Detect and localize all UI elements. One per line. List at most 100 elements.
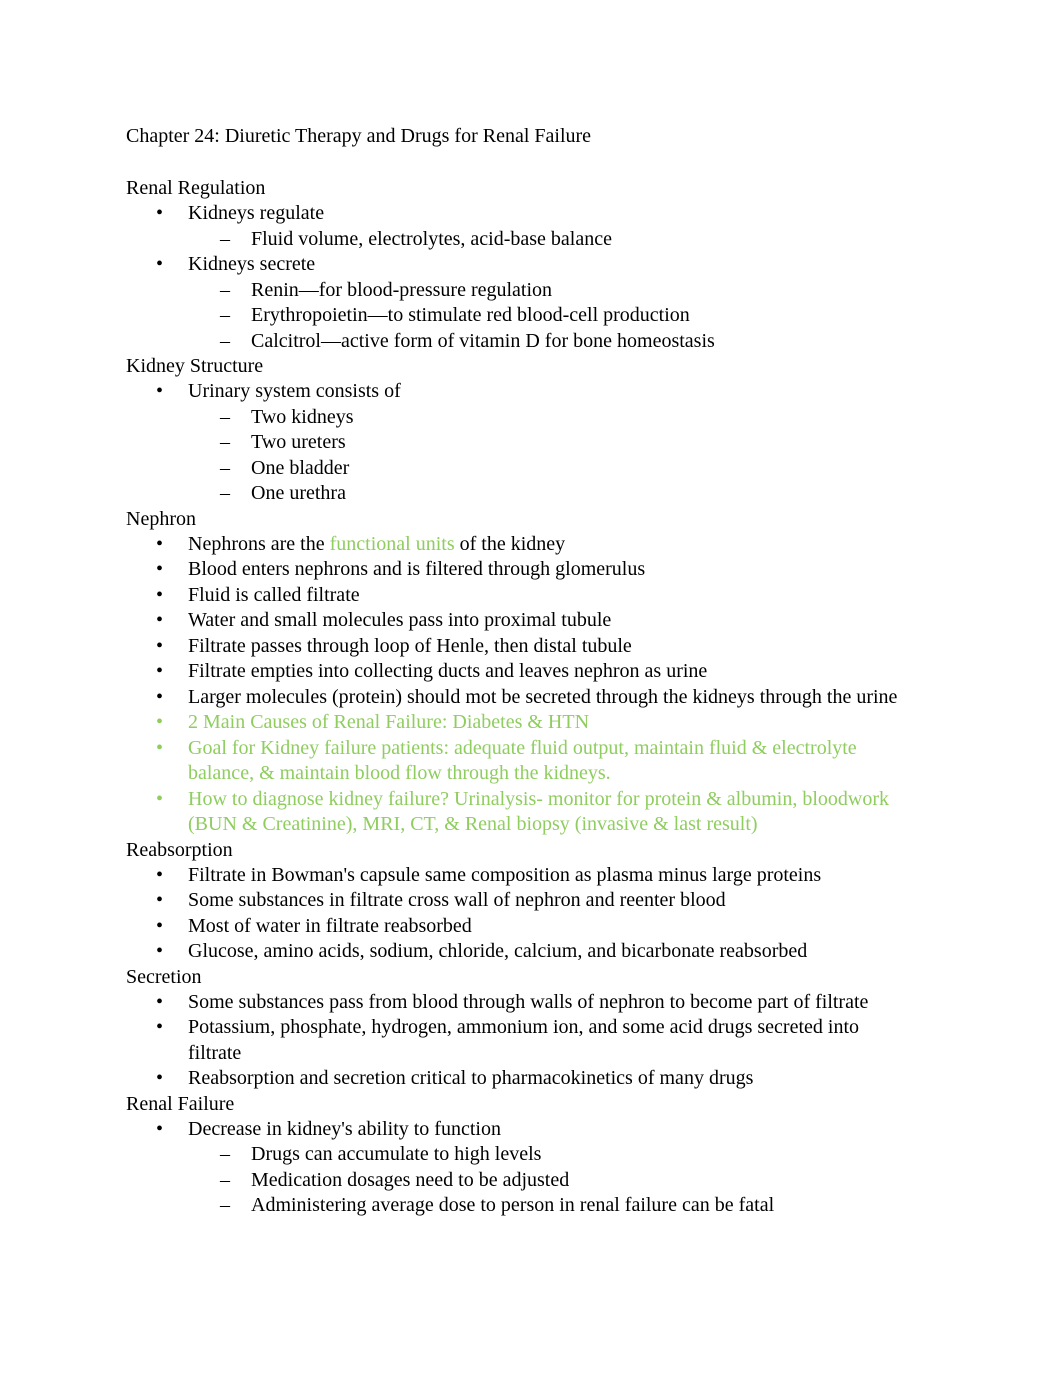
bullet-icon: • — [156, 532, 164, 555]
list-item: • Glucose, amino acids, sodium, chloride,… — [126, 939, 926, 965]
sub-list-item: – Calcitrol—active form of vitamin D for … — [126, 329, 926, 355]
item-text: Goal for Kidney failure patients: adequa… — [188, 736, 857, 785]
item-text: Medication dosages need to be adjusted — [251, 1168, 570, 1191]
dash-icon: – — [220, 431, 230, 453]
dash-icon: – — [220, 1194, 230, 1216]
item-text: Calcitrol—active form of vitamin D for b… — [251, 329, 715, 352]
item-text: of the kidney — [454, 532, 566, 555]
list-item: • Decrease in kidney's ability to functio… — [126, 1117, 926, 1143]
list-item: • Filtrate in Bowman's capsule same compo… — [126, 863, 926, 889]
item-text: Erythropoietin—to stimulate red blood-ce… — [251, 304, 690, 326]
dash-icon: – — [220, 278, 230, 301]
item-text: Kidneys secrete — [188, 253, 316, 275]
bullet-icon: • — [156, 685, 164, 708]
item-text: 2 Main Causes of Renal Failure: Diabetes… — [188, 711, 590, 733]
list-item: • Most of water in filtrate reabsorbed — [126, 914, 926, 940]
section-kidney-structure: Kidney Structure • Urinary system consists… — [126, 354, 926, 507]
sub-list-item: – One bladder — [126, 456, 926, 482]
section-heading: Kidney Structure — [126, 355, 264, 377]
section-nephron: Nephron • Nephrons are the functional unit… — [126, 507, 926, 838]
bullet-icon: • — [156, 558, 164, 580]
item-text: Renin—for blood-pressure regulation — [251, 278, 553, 301]
sub-list-item: – Fluid volume, electrolytes, acid-base b… — [126, 227, 926, 253]
sub-list-item: – Medication dosages need to be adjusted — [126, 1168, 926, 1194]
section-reabsorption: Reabsorption • Filtrate in Bowman's capsul… — [126, 838, 926, 965]
list-item: • Urinary system consists of — [126, 379, 926, 405]
sub-list-item: – Two ureters — [126, 430, 926, 456]
list-item: • Filtrate passes through loop of Henle, … — [126, 634, 926, 660]
list-item: • Goal for Kidney failure patients: adequ… — [126, 736, 926, 787]
section-heading: Secretion — [126, 965, 202, 988]
item-text: Kidneys regulate — [188, 202, 325, 224]
item-text: Filtrate empties into collecting ducts a… — [188, 660, 708, 682]
item-text: Glucose, amino acids, sodium, chloride, … — [188, 940, 808, 962]
bullet-icon: • — [156, 253, 164, 275]
bullet-list: • Some substances pass from blood through… — [126, 990, 926, 1092]
section-secretion: Secretion • Some substances pass from bloo… — [126, 965, 926, 1092]
bullet-icon: • — [156, 711, 164, 733]
item-text: Administering average dose to person in … — [251, 1194, 775, 1216]
sub-list-item: – One urethra — [126, 481, 926, 507]
item-text: Larger molecules (protein) should mot be… — [188, 685, 898, 708]
dash-icon: – — [220, 304, 230, 326]
dash-icon: – — [220, 1143, 230, 1165]
bullet-list: • Kidneys regulate – Fluid volume, electrol… — [126, 201, 926, 354]
item-text: Nephrons are the — [188, 532, 330, 555]
bullet-icon: • — [156, 1117, 164, 1140]
item-text: Some substances pass from blood through … — [188, 990, 869, 1013]
item-text: Filtrate passes through loop of Henle, t… — [188, 634, 632, 657]
bullet-list: • Nephrons are the functional units of th… — [126, 532, 926, 838]
item-text: Fluid volume, electrolytes, acid-base ba… — [251, 227, 612, 250]
list-item: • Water and small molecules pass into pro… — [126, 608, 926, 634]
section-renal-regulation: Renal Regulation • Kidneys regulate – Fluid … — [126, 176, 926, 354]
bullet-icon: • — [156, 914, 164, 937]
list-item: • Larger molecules (protein) should mot b… — [126, 685, 926, 711]
item-text: Filtrate in Bowman's capsule same compos… — [188, 863, 822, 886]
document-title: Chapter 24: Diuretic Therapy and Drugs f… — [126, 125, 592, 147]
item-text: Potassium, phosphate, hydrogen, ammonium… — [188, 1016, 859, 1064]
section-heading: Renal Failure — [126, 1092, 235, 1115]
highlighted-text: functional units — [329, 532, 455, 555]
bullet-icon: • — [156, 380, 164, 402]
list-item: • Reabsorption and secretion critical to … — [126, 1066, 926, 1092]
bullet-icon: • — [156, 863, 164, 886]
item-text: Some substances in filtrate cross wall o… — [188, 889, 726, 911]
list-item: • How to diagnose kidney failure? Urinaly… — [126, 787, 926, 838]
dash-icon: – — [220, 405, 230, 428]
sub-list-item: – Erythropoietin—to stimulate red blood-c… — [126, 303, 926, 329]
item-text: Fluid is called filtrate — [188, 583, 360, 606]
bullet-icon: • — [156, 583, 164, 606]
bullet-list: • Decrease in kidney's ability to functio… — [126, 1117, 926, 1219]
list-item: • Fluid is called filtrate — [126, 583, 926, 609]
bullet-icon: • — [156, 202, 164, 224]
item-text: Two ureters — [251, 431, 346, 453]
section-renal-failure: Renal Failure • Decrease in kidney's abili… — [126, 1092, 926, 1219]
bullet-icon: • — [156, 609, 164, 631]
dash-icon: – — [220, 329, 230, 352]
item-text: Urinary system consists of — [188, 380, 401, 402]
bullet-icon: • — [156, 990, 164, 1013]
section-heading: Reabsorption — [126, 838, 233, 861]
bullet-icon: • — [156, 634, 164, 657]
list-item: • Some substances in filtrate cross wall … — [126, 888, 926, 914]
list-item: • Potassium, phosphate, hydrogen, ammoniu… — [126, 1015, 926, 1066]
bullet-icon: • — [156, 787, 164, 810]
item-text: Two kidneys — [251, 405, 354, 428]
section-heading: Renal Regulation — [126, 177, 266, 199]
bullet-icon: • — [156, 1016, 164, 1038]
document-page: Chapter 24: Diuretic Therapy and Drugs f… — [126, 124, 926, 1219]
item-text: Decrease in kidney's ability to function — [188, 1117, 501, 1140]
item-text: How to diagnose kidney failure? Urinalys… — [188, 787, 889, 836]
bullet-icon: • — [156, 736, 164, 759]
item-text: Most of water in filtrate reabsorbed — [188, 914, 472, 937]
sub-list-item: – Drugs can accumulate to high levels — [126, 1142, 926, 1168]
sub-list-item: – Administering average dose to person in… — [126, 1193, 926, 1219]
dash-icon: – — [220, 1168, 230, 1191]
bullet-list: • Urinary system consists of – Two kidneys –… — [126, 379, 926, 507]
bullet-icon: • — [156, 660, 164, 682]
dash-icon: – — [220, 482, 230, 504]
list-item: • 2 Main Causes of Renal Failure: Diabete… — [126, 710, 926, 736]
sub-list-item: – Two kidneys — [126, 405, 926, 431]
item-text: One urethra — [251, 482, 346, 504]
